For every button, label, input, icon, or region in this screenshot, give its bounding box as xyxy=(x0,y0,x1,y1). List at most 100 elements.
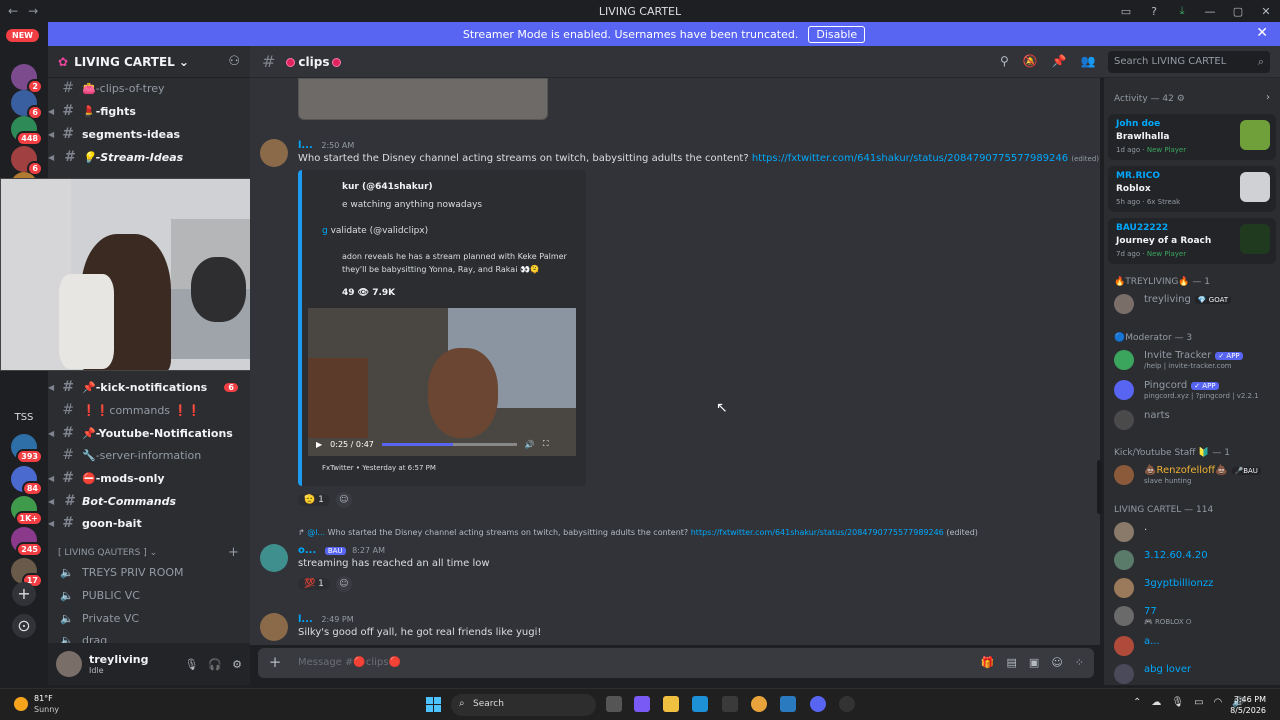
reaction[interactable]: 🫡 1 xyxy=(298,493,330,506)
attach-plus-icon[interactable]: + xyxy=(266,653,284,671)
microphone-icon[interactable]: 🎙 xyxy=(184,658,198,671)
add-channel-icon[interactable]: + xyxy=(228,545,239,560)
display-icon[interactable]: ▭ xyxy=(1194,697,1203,708)
edge-icon[interactable] xyxy=(692,696,708,712)
video-player[interactable]: ▶ 0:25 / 0:47 🔊 ⛶ xyxy=(308,308,576,456)
channel-goon-bait[interactable]: ◀ # goon-bait xyxy=(48,512,250,534)
message-composer[interactable]: + Message #🔴clips🔴 🎁 ▤ ▣ ☺ ⁘ xyxy=(258,648,1094,678)
pin-icon[interactable]: 📌 xyxy=(1052,54,1067,68)
gif-icon[interactable]: ▤ xyxy=(1007,656,1017,669)
chrome-icon[interactable] xyxy=(751,696,767,712)
copilot-icon[interactable] xyxy=(634,696,650,712)
member-item[interactable]: 3.12.60.4.20 xyxy=(1114,548,1274,572)
message-author[interactable]: o... xyxy=(298,545,316,556)
activity-card[interactable]: BAU22222 Journey of a Roach 7d ago · New… xyxy=(1108,218,1276,264)
member-item[interactable]: narts xyxy=(1114,408,1274,432)
inbox-icon[interactable]: ▭ xyxy=(1112,5,1140,18)
avatar[interactable] xyxy=(56,651,82,677)
avatar[interactable] xyxy=(260,613,288,641)
channel-commands[interactable]: # ❗❗commands ❗❗ xyxy=(48,399,250,421)
minimize-button[interactable]: — xyxy=(1196,5,1224,18)
channel-kick-notifications[interactable]: ◀ # 📌-kick-notifications 6 xyxy=(48,376,250,398)
gift-icon[interactable]: 🎁 xyxy=(981,656,995,669)
server-icon[interactable]: 17 xyxy=(11,558,43,588)
obs-icon[interactable] xyxy=(839,696,855,712)
emoji-icon[interactable]: ☺ xyxy=(1051,656,1062,669)
member-item[interactable]: abg lover xyxy=(1114,662,1274,685)
fullscreen-icon[interactable]: ⛶ xyxy=(543,439,549,449)
back-arrow-icon[interactable]: ← xyxy=(8,4,18,18)
reply-preview[interactable]: ↱ @l... Who started the Disney channel a… xyxy=(298,528,978,537)
server-tss[interactable]: TSS xyxy=(9,405,39,431)
server-icon[interactable]: 393 xyxy=(11,434,43,464)
channel-youtube-notifications[interactable]: ◀ # 📌-Youtube-Notifications xyxy=(48,422,250,444)
chevron-up-icon[interactable]: ⌃ xyxy=(1133,697,1141,708)
server-icon[interactable]: 448 xyxy=(11,116,43,146)
mic-icon[interactable]: 🎙 xyxy=(1171,697,1184,708)
close-window-button[interactable]: ✕ xyxy=(1252,5,1280,18)
reaction[interactable]: 💯 1 xyxy=(298,577,330,590)
disable-button[interactable]: Disable xyxy=(808,25,866,43)
channel-bot-commands[interactable]: ◀ # Bot-Commands xyxy=(48,490,250,512)
server-header[interactable]: ✿ LIVING CARTEL ⌄ ⚇ xyxy=(48,46,250,78)
member-item[interactable]: 77 🎮 ROBLOX ⭘ xyxy=(1114,604,1274,628)
reply-link[interactable]: https://fxtwitter.com/641shakur/status/2… xyxy=(691,528,944,537)
member-item[interactable]: Pingcord ✓ APP pingcord.xyz | ?pingcord |… xyxy=(1114,378,1274,402)
embed-quote-name[interactable]: validate (@validclipx) xyxy=(331,226,429,236)
voice-channel[interactable]: 🔈 PUBLIC VC xyxy=(48,584,250,606)
server-icon[interactable]: 6 xyxy=(11,90,43,120)
store-icon[interactable] xyxy=(722,696,738,712)
channel-clips-of-trey[interactable]: # 👛-clips-of-trey xyxy=(48,77,250,99)
taskbar-clock[interactable]: 3:46 PM 8/5/2026 xyxy=(1222,694,1266,716)
headphones-icon[interactable]: 🎧 xyxy=(208,658,222,671)
member-item[interactable]: . xyxy=(1114,520,1274,544)
maximize-button[interactable]: ▢ xyxy=(1224,5,1252,18)
add-reaction-icon[interactable]: ☺ xyxy=(335,575,352,592)
channel-stream-ideas[interactable]: ◀ # 💡-Stream-Ideas xyxy=(48,146,250,168)
avatar[interactable] xyxy=(260,139,288,167)
activity-card[interactable]: MR.RICO Roblox 5h ago · 6x Streak xyxy=(1108,166,1276,212)
chevron-right-icon[interactable]: › xyxy=(1266,92,1270,103)
download-icon[interactable]: ⤓ xyxy=(1168,4,1196,18)
wifi-icon[interactable]: ◠ xyxy=(1214,697,1223,708)
members-icon[interactable]: 👥 xyxy=(1081,54,1096,68)
member-item[interactable]: 3gyptbillionzz xyxy=(1114,576,1274,600)
search-input[interactable]: Search LIVING CARTEL ⌕ xyxy=(1108,51,1270,73)
voice-channel[interactable]: 🔈 TREYS PRIV ROOM xyxy=(48,561,250,583)
play-icon[interactable]: ▶ xyxy=(316,440,322,449)
discover-icon[interactable]: ⊙ xyxy=(12,614,36,638)
member-item[interactable]: a... xyxy=(1114,634,1274,658)
gear-icon[interactable]: ⚙ xyxy=(232,658,242,671)
message-link[interactable]: https://fxtwitter.com/641shakur/status/2… xyxy=(752,153,1068,164)
server-icon[interactable]: 84 xyxy=(11,466,43,496)
add-server-button[interactable]: + xyxy=(12,582,36,606)
channel-mods-only[interactable]: ◀ # ⛔-mods-only xyxy=(48,467,250,489)
avatar[interactable] xyxy=(260,544,288,572)
sticker-icon[interactable]: ▣ xyxy=(1029,656,1039,669)
photos-icon[interactable] xyxy=(780,696,796,712)
scrollbar[interactable] xyxy=(1097,460,1102,514)
voice-channel[interactable]: 🔈 Private VC xyxy=(48,607,250,629)
apps-icon[interactable]: ⁘ xyxy=(1075,656,1084,669)
cloud-icon[interactable]: ☁ xyxy=(1151,697,1161,708)
embed-author[interactable]: kur (@641shakur) xyxy=(342,182,433,192)
user-info[interactable]: treyliving Idle xyxy=(89,653,149,675)
discord-icon[interactable] xyxy=(810,696,826,712)
member-item[interactable]: 💩Renzofelloff💩 🎤BAU slave hunting xyxy=(1114,463,1274,487)
channel-segments-ideas[interactable]: ◀ # segments-ideas xyxy=(48,123,250,145)
windows-start-icon[interactable] xyxy=(426,697,441,712)
file-explorer-icon[interactable] xyxy=(663,696,679,712)
voice-category[interactable]: [ LIVING QAUTERS ] ⌄ + xyxy=(58,545,239,560)
help-icon[interactable]: ? xyxy=(1140,5,1168,18)
server-icon[interactable]: 245 xyxy=(11,527,43,557)
video-progress-bar[interactable] xyxy=(381,442,517,446)
close-icon[interactable]: ✕ xyxy=(1256,25,1268,41)
volume-icon[interactable]: 🔊 xyxy=(525,440,535,449)
threads-icon[interactable]: ⚲ xyxy=(1000,54,1009,68)
channel-server-information[interactable]: # 🔧-server-information xyxy=(48,444,250,466)
member-item[interactable]: Invite Tracker ✓ APP /help | invite-track… xyxy=(1114,348,1274,372)
server-icon[interactable]: 1K+ xyxy=(11,496,43,526)
mute-bell-icon[interactable]: 🔕 xyxy=(1023,54,1038,68)
message-author[interactable]: l... xyxy=(298,614,313,625)
server-icon[interactable]: 2 xyxy=(11,64,43,94)
